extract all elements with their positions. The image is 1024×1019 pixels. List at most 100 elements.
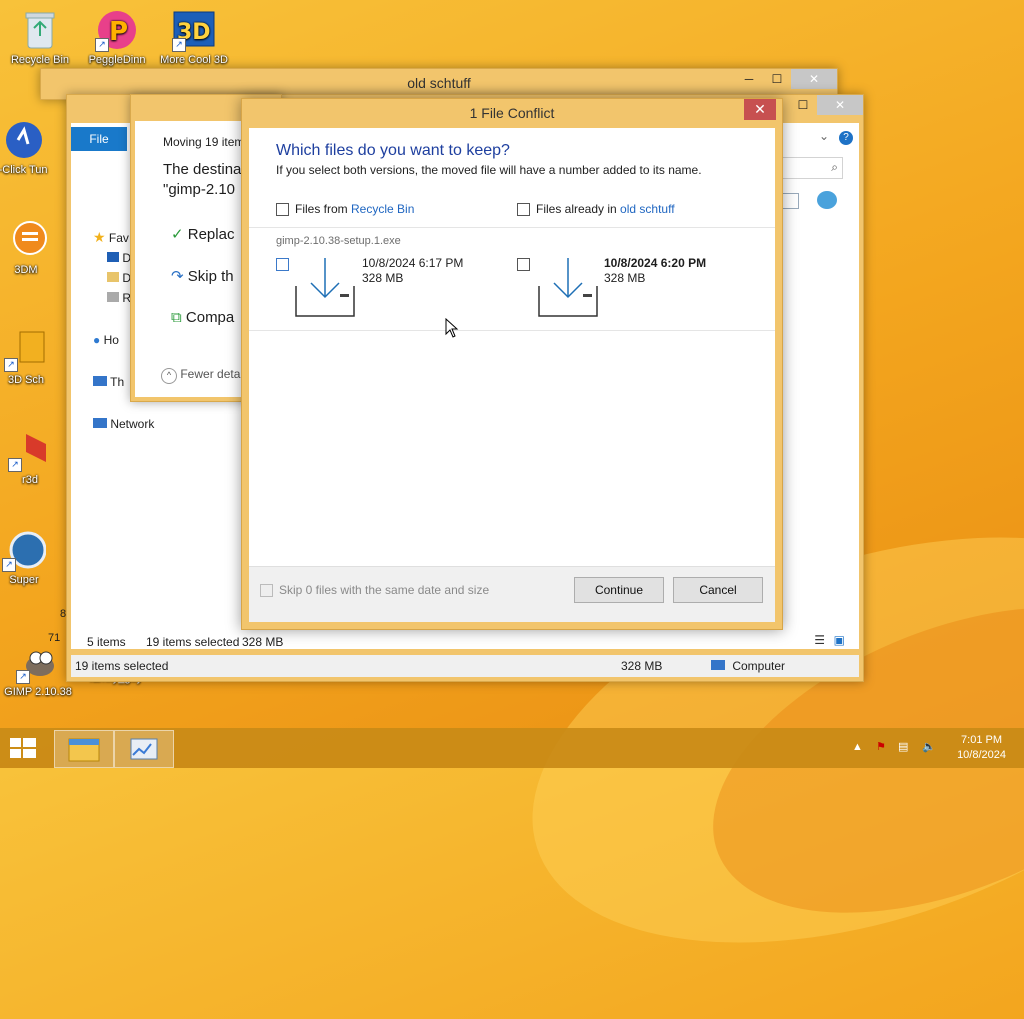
files-from-checkbox[interactable]: Files from Recycle Bin <box>276 202 414 217</box>
file-conflict-dialog[interactable]: 1 File Conflict ✕ Which files do you wan… <box>241 98 783 630</box>
tiles-view-icon[interactable]: ▣ <box>834 633 845 647</box>
desktop-icon-label: 3DM <box>14 264 38 276</box>
mouse-cursor-icon <box>445 318 459 338</box>
help-icon[interactable]: ? <box>839 131 853 145</box>
explorer-back-titlebar[interactable]: old schtuff ─ ☐ ✕ <box>41 69 837 97</box>
maximize-button[interactable]: ☐ <box>763 69 791 89</box>
recycle-bin-icon <box>18 8 62 52</box>
preview-icon[interactable] <box>817 191 837 209</box>
compare-icon: ⧉ <box>171 309 182 326</box>
status-bar-size: 328 MB <box>621 659 663 673</box>
show-hidden-icons[interactable]: ▲ <box>852 741 863 753</box>
sidebar-item-this-pc[interactable]: Th <box>93 375 124 389</box>
folder-icon <box>107 272 119 282</box>
volume-muted-icon[interactable]: 🔈 <box>922 740 936 753</box>
folder-icon <box>107 252 119 262</box>
status-size: 328 MB <box>242 635 284 649</box>
app-icon: ↗ <box>2 528 47 572</box>
dialog-heading: Which files do you want to keep? <box>276 142 510 159</box>
desktop-icon-label: Super <box>9 574 39 586</box>
desktop-icon-super[interactable]: ↗ Super <box>0 528 62 586</box>
network-icon <box>93 418 107 428</box>
files-already-checkbox[interactable]: Files already in old schtuff <box>517 202 675 217</box>
start-button[interactable] <box>0 728 48 768</box>
right-file-checkbox[interactable] <box>517 258 530 271</box>
left-edge-label: 71 <box>48 632 61 644</box>
action-center-icon[interactable]: ⚑ <box>876 740 886 753</box>
desktop-icon-label: PeggleDinn <box>88 54 146 66</box>
close-button[interactable]: ✕ <box>791 69 837 89</box>
conflict-filename: gimp-2.10.38-setup.1.exe <box>276 235 401 247</box>
folder-icon <box>107 292 119 302</box>
app-icon: ↗ <box>4 328 48 372</box>
installer-file-icon <box>295 258 355 317</box>
replace-option[interactable]: ✓ Replac <box>171 225 234 243</box>
old-schtuff-link[interactable]: old schtuff <box>620 202 674 216</box>
continue-button[interactable]: Continue <box>574 577 664 603</box>
sidebar-item-homegroup[interactable]: ● Ho <box>93 333 119 347</box>
computer-icon <box>711 660 725 670</box>
checkbox[interactable] <box>276 203 289 217</box>
compare-option[interactable]: ⧉ Compa <box>171 309 234 326</box>
desktop-icon-gimp[interactable]: ↗ GIMP 2.10.38 <box>0 640 76 698</box>
skip-option[interactable]: ↷ Skip th <box>171 267 234 285</box>
window-title: old schtuff <box>407 75 471 91</box>
desktop-icon-r3d[interactable]: ↗ r3d <box>0 428 68 486</box>
minimize-button[interactable]: ─ <box>735 69 763 89</box>
recycle-bin-link[interactable]: Recycle Bin <box>351 202 414 216</box>
checkbox[interactable] <box>260 584 273 598</box>
taskbar-move-progress[interactable] <box>114 730 174 768</box>
right-file-size: 328 MB <box>604 271 646 285</box>
computer-icon <box>93 376 107 386</box>
cancel-button[interactable]: Cancel <box>673 577 763 603</box>
sidebar-item-network[interactable]: Network <box>93 417 154 431</box>
left-file-checkbox[interactable] <box>276 258 289 271</box>
status-bar-selected: 19 items selected <box>75 659 169 673</box>
peggle-icon: P ↗ <box>95 8 139 52</box>
right-file-date: 10/8/2024 6:20 PM <box>604 256 707 270</box>
right-file-option[interactable]: 10/8/2024 6:20 PM 328 MB <box>517 256 747 326</box>
left-edge-label: 8 <box>60 608 67 620</box>
desktop-icon-3dm[interactable]: 3DM <box>0 218 64 276</box>
maximize-button[interactable]: ☐ <box>789 95 817 115</box>
taskbar-file-explorer[interactable] <box>54 730 114 768</box>
ribbon-expand-icon[interactable]: ⌄ <box>819 129 829 143</box>
desktop-icon-3d-sch[interactable]: ↗ 3D Sch <box>0 328 64 386</box>
desktop-icon-label: 1-Click Tun <box>0 164 48 176</box>
dialog-title: 1 File Conflict <box>469 105 555 121</box>
status-selected: 19 items selected <box>146 635 240 649</box>
left-file-date: 10/8/2024 6:17 PM <box>362 256 464 270</box>
clock[interactable]: 7:01 PM 10/8/2024 <box>957 733 1006 763</box>
app-icon <box>0 118 42 162</box>
checkbox[interactable] <box>517 203 530 217</box>
desktop-icon-recycle-bin[interactable]: Recycle Bin <box>2 8 78 66</box>
app-icon: ↗ <box>8 428 52 472</box>
close-button[interactable]: ✕ <box>817 95 863 115</box>
left-file-option[interactable]: 10/8/2024 6:17 PM 328 MB <box>276 256 506 326</box>
divider <box>249 227 775 228</box>
fewer-details-button[interactable]: ^ Fewer deta <box>161 367 240 384</box>
divider <box>249 330 775 331</box>
details-view-icon[interactable]: ☰ <box>814 633 825 647</box>
sidebar-item-favorites[interactable]: ★ Fav <box>93 229 129 246</box>
moving-status: Moving 19 item <box>163 135 245 149</box>
desktop-icon-more-cool-3d[interactable]: 3D ↗ More Cool 3D <box>156 8 232 66</box>
skip-same-files-checkbox[interactable]: Skip 0 files with the same date and size <box>260 583 489 598</box>
gimp-icon: ↗ <box>16 640 60 684</box>
sidebar-item-downloads[interactable]: D <box>107 271 131 285</box>
file-tab[interactable]: File <box>71 127 127 151</box>
dialog-body: Which files do you want to keep? If you … <box>249 128 775 622</box>
desktop-icon-1click[interactable]: 1-Click Tun <box>0 118 58 176</box>
sidebar-item-recent[interactable]: R <box>107 291 131 305</box>
desktop-icon-label: Recycle Bin <box>10 54 70 66</box>
sidebar-item-desktop[interactable]: D <box>107 251 131 265</box>
close-button[interactable]: ✕ <box>744 99 776 120</box>
installer-file-icon <box>538 258 598 317</box>
status-bar: 19 items selected 328 MB Computer <box>71 655 859 677</box>
network-tray-icon[interactable]: ▤ <box>898 740 908 753</box>
clock-date: 10/8/2024 <box>957 749 1006 761</box>
windows-logo-icon <box>10 738 36 758</box>
desktop-icon-label: r3d <box>22 474 38 486</box>
desktop-icon-peggle[interactable]: P ↗ PeggleDinn <box>79 8 155 66</box>
skip-icon: ↷ <box>171 268 184 285</box>
